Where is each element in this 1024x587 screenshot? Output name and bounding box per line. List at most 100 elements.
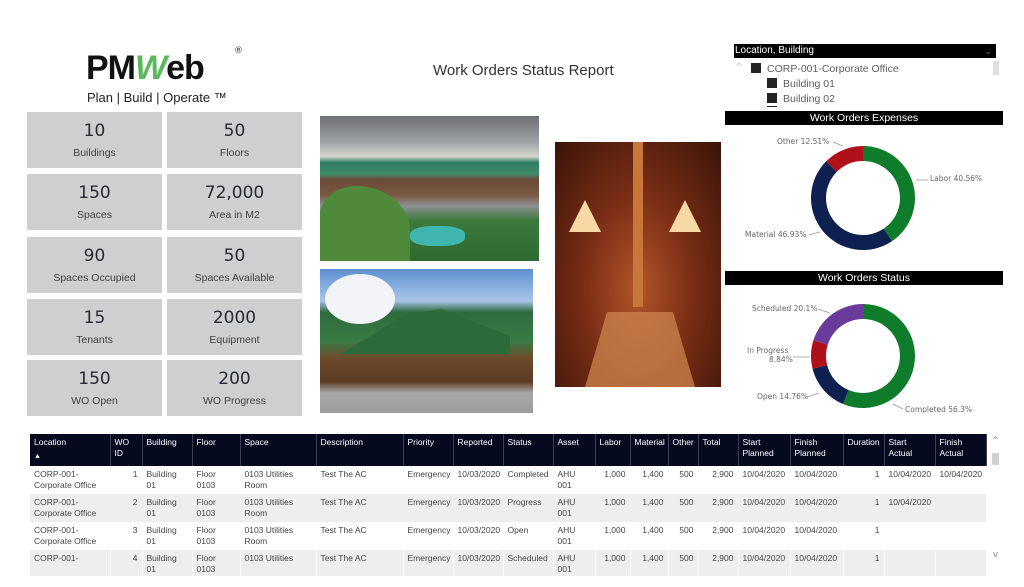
column-header[interactable]: Description xyxy=(316,434,404,466)
column-header[interactable]: Start Planned xyxy=(738,434,791,466)
column-header[interactable]: Reported xyxy=(453,434,504,466)
table-row[interactable]: CORP-001-Corporate Office 3 Building 01 Flo… xyxy=(30,522,986,550)
kpi-value: 90 xyxy=(83,246,106,266)
column-header[interactable]: Duration xyxy=(843,434,885,466)
column-header[interactable]: WO ID xyxy=(110,434,143,466)
kpi-card-buildings: 10 Buildings xyxy=(27,112,162,168)
slicer-item-label: CORP-001-Corporate Office xyxy=(767,63,899,75)
table-cell xyxy=(935,494,986,522)
sort-ascending-icon[interactable]: ▲ xyxy=(34,451,106,462)
photo-lobby-floor xyxy=(585,312,695,387)
scroll-thumb[interactable] xyxy=(992,453,999,465)
column-header[interactable]: Finish Planned xyxy=(790,434,844,466)
table-cell: 0103 Utilities xyxy=(240,550,316,576)
kpi-value: 150 xyxy=(78,369,111,389)
table-cell: 10/04/2020 xyxy=(790,494,843,522)
table-cell: Building 01 xyxy=(142,494,192,522)
leader-line xyxy=(832,141,844,147)
chevron-down-icon[interactable]: ⌄ xyxy=(984,44,992,58)
data-label: Labor 40.56% xyxy=(930,174,982,183)
column-header[interactable]: Finish Actual xyxy=(935,434,987,466)
table-cell: 1,000 xyxy=(595,550,630,576)
slicer-scrollbar[interactable] xyxy=(993,61,999,75)
table-row[interactable]: CORP-001-Corporate Office 2 Building 01 Flo… xyxy=(30,494,986,522)
column-header-label: Labor xyxy=(599,437,622,447)
leader-line xyxy=(817,308,831,314)
donut-slice-labor[interactable] xyxy=(863,146,915,242)
table-row[interactable]: CORP-001-Corporate Office 1 Building 01 Flo… xyxy=(30,466,986,494)
column-header[interactable]: Material xyxy=(630,434,669,466)
column-header[interactable]: Asset xyxy=(553,434,596,466)
column-header[interactable]: Labor xyxy=(595,434,631,466)
donut-slice-in-progress[interactable] xyxy=(811,340,828,369)
column-header[interactable]: Priority xyxy=(403,434,454,466)
kpi-label: Spaces Occupied xyxy=(53,272,136,284)
kpi-card-area: 72,000 Area in M2 xyxy=(167,174,302,230)
kpi-card-tenants: 15 Tenants xyxy=(27,299,162,355)
table-cell: 2,900 xyxy=(712,525,734,535)
donut-slice-material[interactable] xyxy=(811,161,893,251)
column-header[interactable]: Total xyxy=(698,434,739,466)
kpi-label: Floors xyxy=(219,147,250,159)
slicer-item-building-01[interactable]: Building 01 xyxy=(767,78,835,90)
table-cell: Scheduled xyxy=(503,550,553,576)
column-header-label: Finish Planned xyxy=(794,437,826,458)
kpi-label: WO Progress xyxy=(202,395,266,407)
table-vertical-scrollbar[interactable]: ^ v xyxy=(990,434,1001,562)
location-building-slicer-header[interactable]: Location, Building ⌄ xyxy=(734,44,996,58)
column-header[interactable]: Location ▲ xyxy=(30,434,111,466)
kpi-value: 50 xyxy=(223,121,246,141)
table-cell: Progress xyxy=(503,494,553,522)
column-header[interactable]: Building xyxy=(142,434,193,466)
table-cell: 2,900 xyxy=(712,469,734,479)
kpi-value: 72,000 xyxy=(204,183,265,203)
status-donut-chart: Completed 56.3% Open 14.76% In Progress8.8… xyxy=(747,304,972,414)
column-header-label: Description xyxy=(320,437,364,447)
data-label: Other 12.51% xyxy=(777,137,829,146)
column-header[interactable]: Space xyxy=(240,434,317,466)
table-cell: AHU 001 xyxy=(557,525,576,546)
data-label: Scheduled 20.1% xyxy=(752,304,817,313)
table-cell: 10/04/2020 xyxy=(939,469,983,479)
registered-mark: ® xyxy=(234,46,243,56)
table-cell: Emergency xyxy=(403,550,453,576)
checkbox[interactable] xyxy=(751,63,761,73)
table-cell: Completed xyxy=(507,469,549,479)
checkbox[interactable] xyxy=(767,78,777,88)
scroll-up-icon[interactable]: ^ xyxy=(990,436,1001,446)
table-cell: CORP-001-Corporate Office xyxy=(34,525,97,546)
table-cell: 500 xyxy=(668,494,698,522)
collapse-caret-icon[interactable]: ^ xyxy=(735,62,743,73)
table-cell: Test The AC xyxy=(320,469,367,479)
table-cell: 1,400 xyxy=(642,525,664,535)
table-cell: AHU 001 xyxy=(557,469,576,490)
table-cell: 1,400 xyxy=(630,494,668,522)
lodge-exterior-aerial-photo xyxy=(320,116,539,261)
column-header[interactable]: Status xyxy=(503,434,554,466)
expenses-donut-chart: Labor 40.56% Material 46.93% Other 12.51% xyxy=(745,137,982,251)
slicer-item-corp-001[interactable]: CORP-001-Corporate Office xyxy=(751,63,899,75)
table-cell: Test The AC xyxy=(316,494,403,522)
column-header[interactable]: Start Actual xyxy=(884,434,936,466)
leader-line xyxy=(808,231,821,236)
table-row[interactable]: CORP-001- 4 Building 01 Floor 0103 0103 Util… xyxy=(30,550,986,576)
table-cell xyxy=(884,522,935,550)
kpi-label: Buildings xyxy=(73,147,116,159)
table-cell: 4 xyxy=(110,550,142,576)
table-cell xyxy=(935,522,986,550)
donut-slice-open[interactable] xyxy=(812,365,849,404)
table-cell: 10/03/2020 xyxy=(453,494,503,522)
checkbox[interactable] xyxy=(767,93,777,103)
table-cell: 10/04/2020 xyxy=(738,494,790,522)
column-header[interactable]: Other xyxy=(668,434,699,466)
table-cell: Floor 0103 xyxy=(192,550,240,576)
kpi-value: 50 xyxy=(223,246,246,266)
photo-totem-pole xyxy=(633,142,643,307)
photo-chandelier xyxy=(669,200,701,232)
slicer-item-building-02[interactable]: Building 02 xyxy=(767,93,835,105)
kpi-card-wo-open: 150 WO Open xyxy=(27,360,162,416)
lodge-lobby-photo xyxy=(555,142,721,387)
table-cell: Floor 0103 xyxy=(192,494,240,522)
column-header[interactable]: Floor xyxy=(192,434,241,466)
scroll-down-icon[interactable]: v xyxy=(990,550,1001,560)
